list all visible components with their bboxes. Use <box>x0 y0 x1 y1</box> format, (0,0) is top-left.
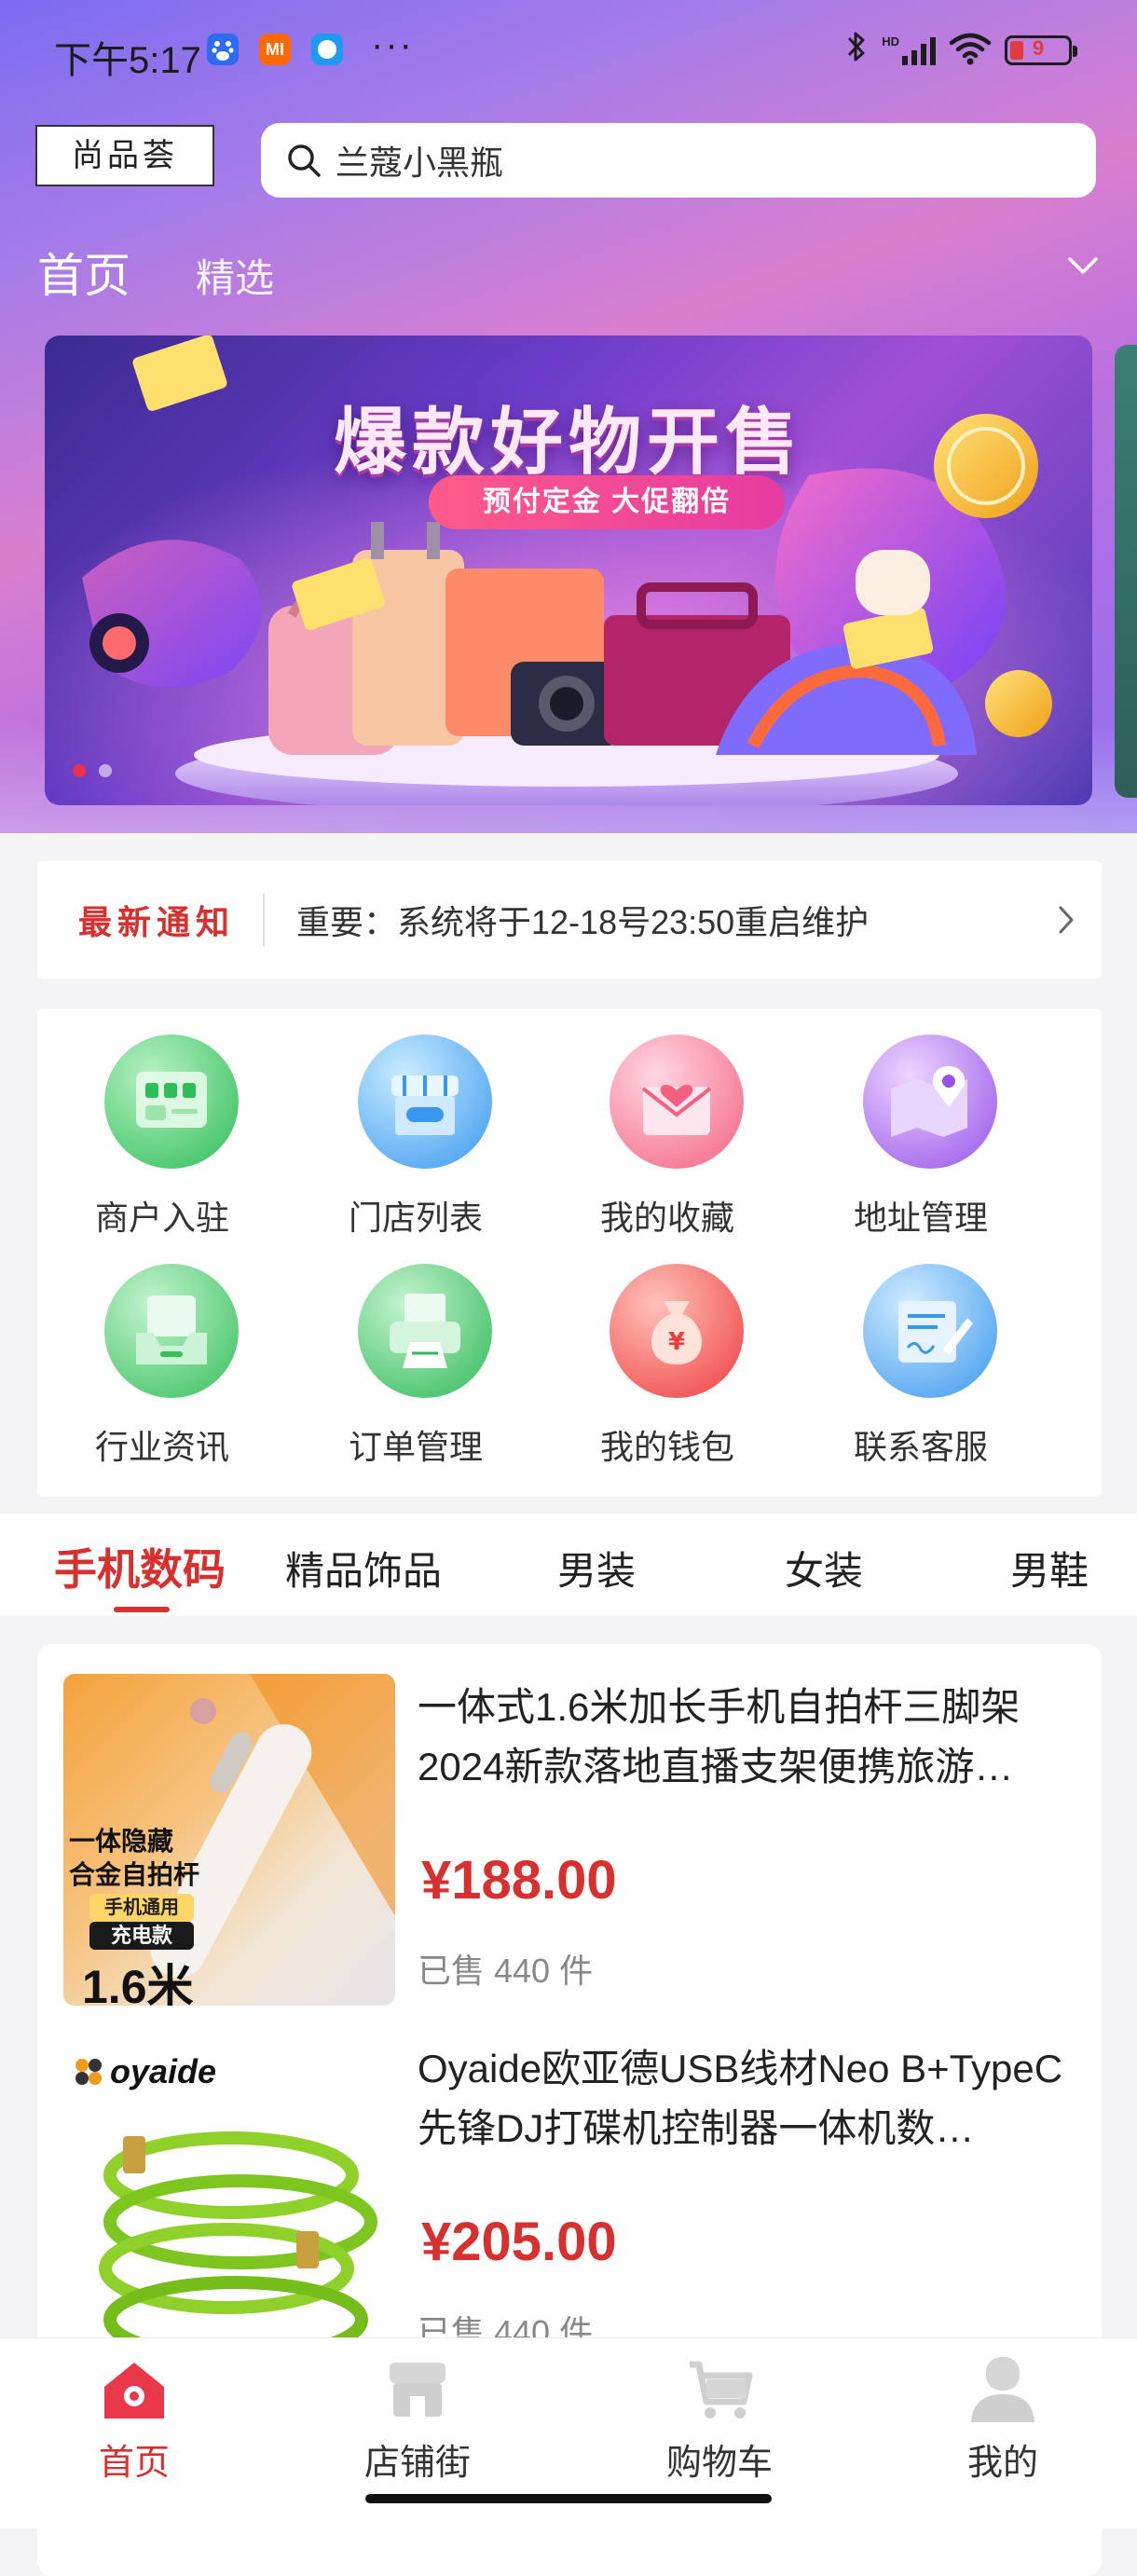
grid-item-wallet[interactable]: ¥ 我的钱包 <box>555 1238 779 1466</box>
product-title: 一体式1.6米加长手机自拍杆三脚架2024新款落地直播支架便携旅游… <box>418 1685 1021 1788</box>
product-card[interactable]: 一体隐藏 合金自拍杆 手机通用 充电款 1.6米 一体式1.6米加长手机自拍杆三… <box>37 1644 1102 2007</box>
tabbar-profile[interactable]: 我的 <box>910 2351 1096 2485</box>
tab-womenswear[interactable]: 女装 <box>785 1540 863 1596</box>
tab-home[interactable]: 首页 <box>37 239 130 306</box>
signal-icon: HD <box>882 35 936 65</box>
product-image: 一体隐藏 合金自拍杆 手机通用 充电款 1.6米 <box>63 1674 395 2006</box>
tab-menswear[interactable]: 男装 <box>557 1540 636 1596</box>
notice-message: 重要：系统将于12-18号23:50重启维护 <box>296 903 870 941</box>
tab-accessories[interactable]: 精品饰品 <box>285 1540 442 1596</box>
grid-item-store-list[interactable]: 门店列表 <box>304 1008 527 1237</box>
grid-item-orders[interactable]: 订单管理 <box>304 1238 527 1466</box>
product-card[interactable]: oyaide Oyaide欧亚德USB线材Neo B+TypeC先锋DJ打碟机控… <box>37 2006 1102 2369</box>
inbox-icon <box>104 1264 239 1398</box>
product-price: ¥188.00 <box>421 1850 617 1911</box>
svg-text:¥: ¥ <box>668 1328 685 1356</box>
image-badge: 充电款 <box>89 1922 194 1950</box>
grid-label: 我的收藏 <box>599 1199 734 1237</box>
image-text: 一体隐藏 合金自拍杆 <box>69 1827 200 1889</box>
category-tabs: 手机数码 精品饰品 男装 女装 男鞋 <box>0 1514 1137 1616</box>
status-icons: HD 9 <box>844 32 1077 70</box>
carousel-dot <box>99 764 112 777</box>
tab-mens-shoes[interactable]: 男鞋 <box>1010 1540 1089 1596</box>
divider <box>263 894 266 946</box>
tabbar-home[interactable]: 首页 <box>41 2351 227 2485</box>
chevron-right-icon <box>1059 906 1074 934</box>
grid-item-merchant[interactable]: 商户入驻 <box>50 1008 274 1237</box>
cart-icon <box>690 2361 753 2418</box>
search-bar[interactable]: 兰蔻小黑瓶 <box>261 123 1096 198</box>
search-icon <box>288 144 321 177</box>
product-image: oyaide <box>63 2035 395 2367</box>
wifi-icon <box>949 32 992 70</box>
banner-title: 爆款好物开售 <box>333 401 803 483</box>
store-icon <box>358 1035 492 1169</box>
banner-next-slide[interactable] <box>1115 345 1137 798</box>
grid-label: 门店列表 <box>348 1199 483 1237</box>
product-price: ¥205.00 <box>421 2212 617 2272</box>
bluetooth-icon <box>844 29 869 73</box>
message-app-icon <box>311 34 343 65</box>
form-sign-icon <box>863 1264 997 1398</box>
merchant-icon <box>104 1035 239 1169</box>
promo-banner[interactable]: 爆款好物开售 预付定金 大促翻倍 <box>45 336 1092 805</box>
brand-logo[interactable]: 尚品荟 <box>35 125 214 186</box>
brand-mark: oyaide <box>110 2052 217 2090</box>
grid-label: 商户入驻 <box>94 1199 229 1237</box>
status-time: 下午5:17 <box>54 40 201 81</box>
status-bar: 下午5:17 MI ··· HD 9 <box>0 0 1137 103</box>
banner-subtitle: 预付定金 大促翻倍 <box>429 475 785 529</box>
chevron-down-icon[interactable] <box>1064 252 1102 280</box>
printer-order-icon <box>358 1264 492 1398</box>
battery-icon: 9 <box>1005 35 1077 65</box>
grid-item-address[interactable]: 地址管理 <box>809 1008 1033 1237</box>
grid-label: 行业资讯 <box>94 1428 229 1466</box>
home-icon <box>104 2363 164 2418</box>
tabbar-cart[interactable]: 购物车 <box>626 2351 813 2485</box>
image-text: 1.6米 <box>82 1961 194 2006</box>
home-indicator[interactable] <box>365 2494 772 2503</box>
grid-item-industry-news[interactable]: 行业资讯 <box>50 1238 274 1466</box>
active-tab-indicator <box>114 1607 170 1612</box>
carousel-dot-active <box>73 764 86 777</box>
tabbar-label: 购物车 <box>665 2444 773 2483</box>
envelope-heart-icon <box>610 1035 744 1169</box>
search-placeholder: 兰蔻小黑瓶 <box>336 144 504 182</box>
carousel-indicator <box>73 764 112 777</box>
grid-item-customer-service[interactable]: 联系客服 <box>809 1238 1033 1466</box>
product-title: Oyaide欧亚德USB线材Neo B+TypeC先锋DJ打碟机控制器一体机数… <box>418 2047 1063 2150</box>
image-badge: 手机通用 <box>89 1894 194 1922</box>
tabbar-label: 我的 <box>966 2444 1038 2483</box>
tab-phones-digital[interactable]: 手机数码 <box>54 1536 226 1597</box>
tab-featured[interactable]: 精选 <box>196 247 274 304</box>
money-bag-icon: ¥ <box>610 1264 744 1398</box>
top-nav: 首页 精选 <box>37 239 274 306</box>
baidu-icon <box>207 34 239 65</box>
grid-item-favorites[interactable]: 我的收藏 <box>555 1008 779 1237</box>
product-sold-count: 已售 440 件 <box>418 1952 594 1990</box>
feature-grid: 商户入驻 门店列表 我的收藏 地址管理 行业资讯 订单管理 ¥ 我的钱包 联系客… <box>37 1008 1102 1497</box>
more-notifications-icon: ··· <box>371 24 414 65</box>
tabbar-label: 店铺街 <box>363 2444 471 2483</box>
map-pin-icon <box>863 1035 997 1169</box>
user-icon <box>971 2357 1034 2422</box>
shop-icon <box>390 2363 445 2417</box>
notice-tag: 最新通知 <box>78 903 236 941</box>
tabbar-shop-street[interactable]: 店铺街 <box>324 2351 511 2485</box>
grid-label: 联系客服 <box>853 1428 988 1466</box>
mi-icon: MI <box>259 34 291 65</box>
grid-label: 我的钱包 <box>599 1428 734 1466</box>
tabbar-label: 首页 <box>98 2444 170 2483</box>
grid-label: 地址管理 <box>853 1199 988 1237</box>
grid-label: 订单管理 <box>348 1428 483 1466</box>
notice-bar[interactable]: 最新通知 重要：系统将于12-18号23:50重启维护 <box>37 861 1102 979</box>
